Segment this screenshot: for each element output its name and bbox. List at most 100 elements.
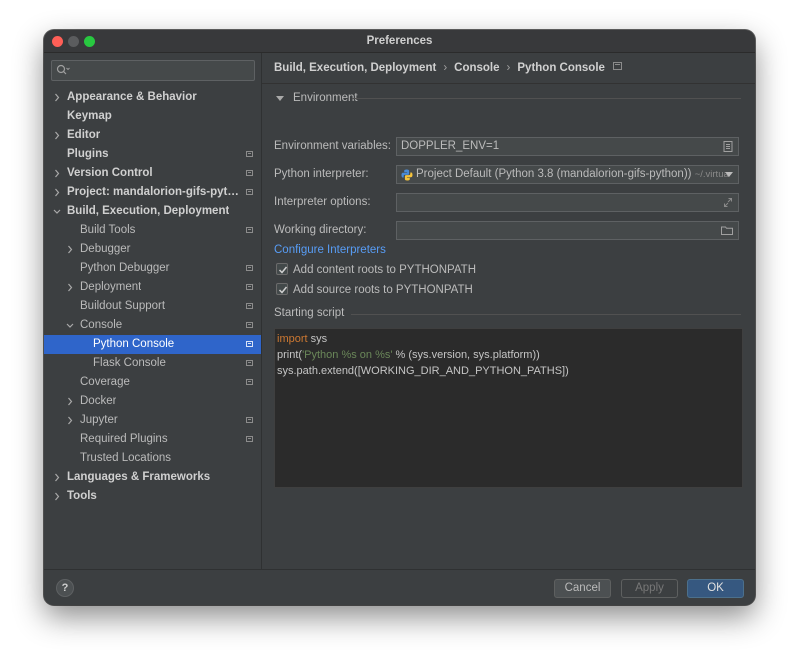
project-settings-icon xyxy=(246,379,253,385)
dialog-footer: ? Cancel Apply OK xyxy=(44,569,755,605)
chevron-right-icon[interactable] xyxy=(66,245,74,254)
sidebar-item-label: Buildout Support xyxy=(80,300,166,312)
sidebar-item[interactable]: Appearance & Behavior xyxy=(44,88,261,107)
sidebar-item[interactable]: Flask Console xyxy=(44,354,261,373)
chevron-right-icon[interactable] xyxy=(53,169,61,178)
sidebar-item-label: Python Debugger xyxy=(80,262,170,274)
python-interpreter-label: Python interpreter: xyxy=(274,168,369,180)
project-settings-icon xyxy=(246,436,253,442)
minimize-window-button[interactable] xyxy=(68,36,79,47)
sidebar-item-label: Plugins xyxy=(67,148,109,160)
sidebar-item[interactable]: Version Control xyxy=(44,164,261,183)
ok-button[interactable]: OK xyxy=(687,579,744,598)
project-settings-icon xyxy=(246,303,253,309)
chevron-right-icon[interactable] xyxy=(53,131,61,140)
project-settings-icon xyxy=(246,417,253,423)
python-interpreter-select[interactable]: Project Default (Python 3.8 (mandalorion… xyxy=(396,165,739,184)
environment-section-label: Environment xyxy=(293,92,358,104)
chevron-down-icon[interactable] xyxy=(66,321,74,330)
sidebar-item[interactable]: Docker xyxy=(44,392,261,411)
sidebar-item[interactable]: Languages & Frameworks xyxy=(44,468,261,487)
code-text: % (sys.version, sys.platform)) xyxy=(392,349,540,361)
chevron-right-icon[interactable] xyxy=(66,283,74,292)
sidebar-item[interactable]: Console xyxy=(44,316,261,335)
sidebar-item-label: Python Console xyxy=(93,338,175,350)
settings-sidebar: Appearance & Behavior Keymap Editor Plugins… xyxy=(44,53,262,569)
sidebar-item[interactable]: Trusted Locations xyxy=(44,449,261,468)
cancel-button[interactable]: Cancel xyxy=(554,579,611,598)
add-source-roots-label: Add source roots to PYTHONPATH xyxy=(293,284,473,296)
project-settings-icon xyxy=(246,265,253,271)
sidebar-item[interactable]: Tools xyxy=(44,487,261,506)
section-divider xyxy=(351,314,741,315)
breadcrumb-separator-icon: › xyxy=(443,62,448,74)
chevron-right-icon[interactable] xyxy=(53,492,61,501)
chevron-right-icon[interactable] xyxy=(66,397,74,406)
interpreter-name: Project Default (Python 3.8 (mandalorion… xyxy=(416,168,692,180)
sidebar-item-label: Tools xyxy=(67,490,97,502)
dropdown-arrow-icon[interactable] xyxy=(725,172,733,177)
sidebar-item-label: Build, Execution, Deployment xyxy=(67,205,230,217)
window-title: Preferences xyxy=(366,35,433,47)
env-vars-field[interactable]: DOPPLER_ENV=1 xyxy=(396,137,739,156)
settings-search-input[interactable] xyxy=(51,60,255,81)
starting-script-label: Starting script xyxy=(274,307,345,319)
breadcrumb-item[interactable]: Console xyxy=(454,59,499,77)
env-vars-label: Environment variables: xyxy=(274,140,391,152)
code-text: sys.path.extend([WORKING_DIR_AND_PYTHON_… xyxy=(277,365,569,377)
sidebar-item[interactable]: Required Plugins xyxy=(44,430,261,449)
breadcrumb: Build, Execution, Deployment › Console › Pyt… xyxy=(274,59,622,77)
sidebar-item[interactable]: Build, Execution, Deployment xyxy=(44,202,261,221)
sidebar-item-label: Coverage xyxy=(80,376,130,388)
chevron-right-icon[interactable] xyxy=(53,93,61,102)
expand-icon[interactable] xyxy=(723,197,733,208)
sidebar-item[interactable]: Buildout Support xyxy=(44,297,261,316)
sidebar-item[interactable]: Project: mandalorion-gifs-pyth... xyxy=(44,183,261,202)
working-directory-field[interactable] xyxy=(396,221,739,240)
sidebar-item-label: Deployment xyxy=(80,281,142,293)
project-settings-icon xyxy=(246,151,253,157)
sidebar-item[interactable]: Editor xyxy=(44,126,261,145)
project-settings-icon xyxy=(246,322,253,328)
project-settings-icon xyxy=(246,170,253,176)
project-settings-icon xyxy=(246,284,253,290)
sidebar-item-label: Keymap xyxy=(67,110,112,122)
sidebar-item-label: Console xyxy=(80,319,123,331)
chevron-right-icon[interactable] xyxy=(66,416,74,425)
chevron-right-icon[interactable] xyxy=(53,188,61,197)
sidebar-item[interactable]: Coverage xyxy=(44,373,261,392)
help-button[interactable]: ? xyxy=(56,579,74,597)
sidebar-item[interactable]: Deployment xyxy=(44,278,261,297)
chevron-down-icon[interactable] xyxy=(53,207,61,216)
code-string: 'Python %s on %s' xyxy=(302,349,393,361)
folder-icon[interactable] xyxy=(721,225,733,236)
checkbox-checked-icon[interactable] xyxy=(276,283,288,295)
sidebar-item[interactable]: Python Debugger xyxy=(44,259,261,278)
zoom-window-button[interactable] xyxy=(84,36,95,47)
interpreter-options-field[interactable] xyxy=(396,193,739,212)
breadcrumb-item[interactable]: Build, Execution, Deployment xyxy=(274,59,436,77)
code-line: import sys xyxy=(275,331,742,347)
sidebar-item[interactable]: Python Console xyxy=(44,335,261,354)
document-icon[interactable] xyxy=(723,141,733,152)
chevron-right-icon[interactable] xyxy=(53,473,61,482)
code-text: print( xyxy=(277,349,303,361)
sidebar-item[interactable]: Plugins xyxy=(44,145,261,164)
sidebar-item-label: Docker xyxy=(80,395,117,407)
search-icon xyxy=(56,64,70,75)
interpreter-options-label: Interpreter options: xyxy=(274,196,371,208)
interpreter-value: Project Default (Python 3.8 (mandalorion… xyxy=(416,166,729,183)
configure-interpreters-link[interactable]: Configure Interpreters xyxy=(274,244,386,256)
apply-button[interactable]: Apply xyxy=(621,579,678,598)
close-window-button[interactable] xyxy=(52,36,63,47)
starting-script-editor[interactable]: import sys print('Python %s on %s' % (sy… xyxy=(274,328,743,488)
working-directory-label: Working directory: xyxy=(274,224,367,236)
sidebar-item[interactable]: Build Tools xyxy=(44,221,261,240)
sidebar-item[interactable]: Debugger xyxy=(44,240,261,259)
sidebar-item[interactable]: Keymap xyxy=(44,107,261,126)
sidebar-item-label: Trusted Locations xyxy=(80,452,171,464)
sidebar-item[interactable]: Jupyter xyxy=(44,411,261,430)
sidebar-item-label: Build Tools xyxy=(80,224,136,236)
checkbox-checked-icon[interactable] xyxy=(276,263,288,275)
section-divider xyxy=(352,98,741,99)
